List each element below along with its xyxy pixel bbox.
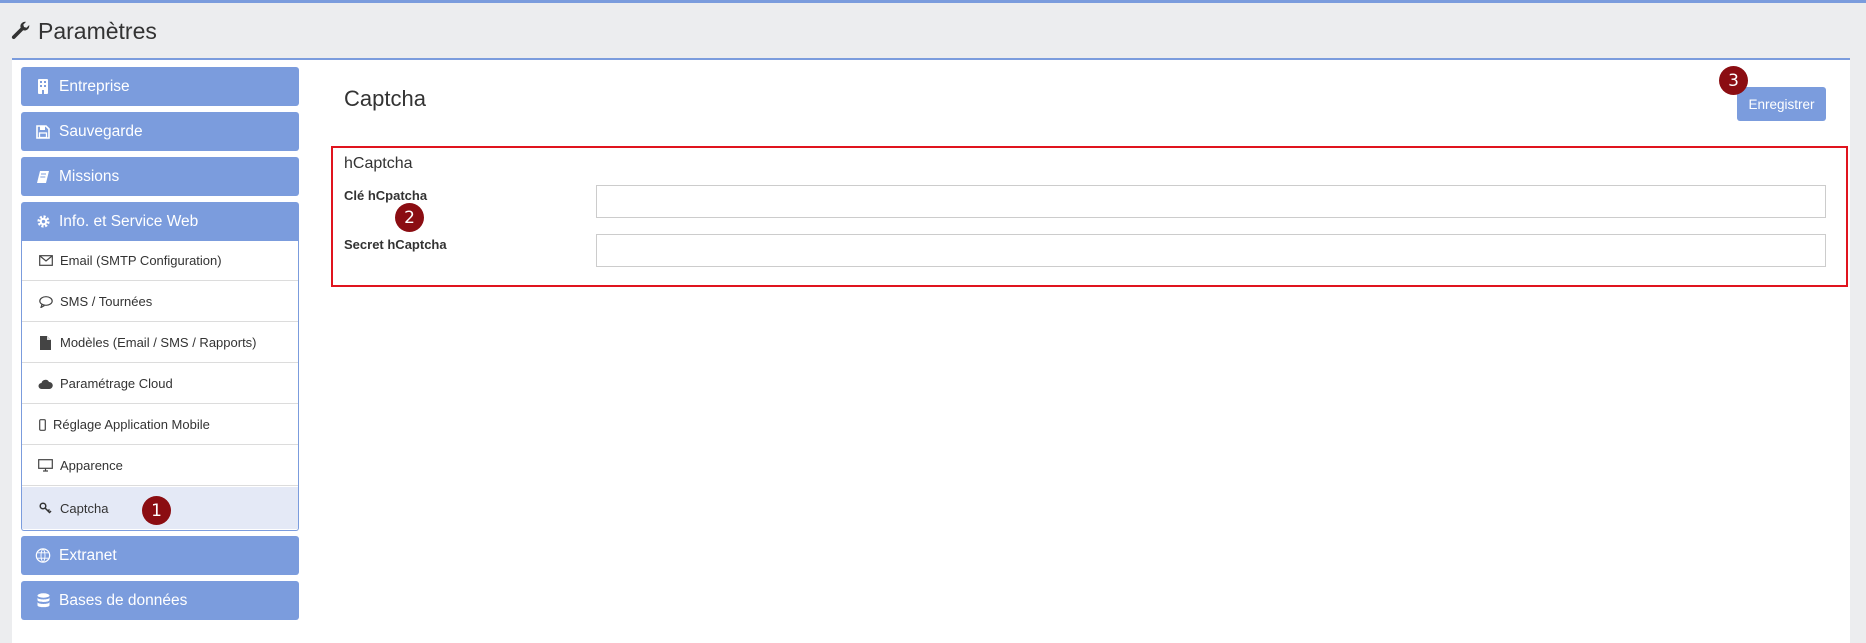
sidebar-subitem-label: Modèles (Email / SMS / Rapports) (60, 335, 257, 350)
envelope-icon (38, 253, 53, 268)
sidebar-subitem-label: Email (SMTP Configuration) (60, 253, 222, 268)
hcaptcha-key-label: Clé hCpatcha (344, 188, 428, 203)
step-marker-3: 3 (1719, 66, 1748, 95)
cloud-icon (38, 376, 53, 391)
section-title: hCaptcha (344, 155, 413, 172)
sidebar-item-missions[interactable]: Missions (21, 157, 299, 196)
gear-icon (35, 214, 51, 230)
floppy-icon (35, 124, 51, 140)
sidebar-item-label: Info. et Service Web (59, 212, 199, 230)
sidebar-item-entreprise[interactable]: Entreprise (21, 67, 299, 106)
sidebar-subitem-apparence[interactable]: Apparence (22, 446, 298, 486)
sidebar-item-label: Missions (59, 167, 120, 185)
sidebar-item-bases-de-donnees[interactable]: Bases de données (21, 581, 299, 620)
sidebar-subitem-label: SMS / Tournées (60, 294, 153, 309)
info-service-web-submenu: Email (SMTP Configuration) SMS / Tournée… (21, 241, 299, 531)
key-icon (38, 501, 53, 516)
sidebar-subitem-label: Paramétrage Cloud (60, 376, 173, 391)
hcaptcha-key-input[interactable] (596, 185, 1826, 218)
sidebar-subitem-parametrage-cloud[interactable]: Paramétrage Cloud (22, 364, 298, 404)
step-marker-2: 2 (395, 203, 424, 232)
sidebar-item-sauvegarde[interactable]: Sauvegarde (21, 112, 299, 151)
globe-icon (35, 548, 51, 564)
sidebar-item-extranet[interactable]: Extranet (21, 536, 299, 575)
wrench-icon (11, 21, 30, 40)
hcaptcha-secret-input[interactable] (596, 234, 1826, 267)
sidebar-item-label: Entreprise (59, 77, 130, 95)
chat-bubble-icon (38, 294, 53, 309)
sidebar-item-label: Bases de données (59, 591, 188, 609)
book-icon (35, 169, 51, 185)
sidebar-subitem-reglage-application-mobile[interactable]: Réglage Application Mobile (22, 405, 298, 445)
page-title: Paramètres (38, 17, 157, 44)
sidebar-subitem-label: Captcha (60, 500, 109, 516)
top-accent-line (0, 0, 1866, 3)
sidebar-item-label: Extranet (59, 546, 117, 564)
building-icon (35, 79, 51, 95)
database-icon (35, 593, 51, 609)
sidebar-subitem-label: Apparence (60, 458, 123, 473)
sidebar-subitem-email-smtp[interactable]: Email (SMTP Configuration) (22, 241, 298, 281)
step-marker-1: 1 (142, 496, 171, 525)
file-icon (38, 335, 53, 350)
sidebar-subitem-sms-tournees[interactable]: SMS / Tournées (22, 282, 298, 322)
hcaptcha-secret-label: Secret hCaptcha (344, 237, 447, 252)
sidebar-item-info-service-web[interactable]: Info. et Service Web (21, 202, 299, 241)
page-header: Paramètres (10, 14, 157, 48)
mobile-icon (38, 417, 46, 432)
sidebar-item-label: Sauvegarde (59, 122, 143, 140)
sidebar-subitem-modeles[interactable]: Modèles (Email / SMS / Rapports) (22, 323, 298, 363)
save-button[interactable]: Enregistrer (1737, 87, 1826, 121)
monitor-icon (38, 458, 53, 473)
content-title: Captcha (344, 86, 426, 111)
sidebar-subitem-label: Réglage Application Mobile (53, 417, 210, 432)
